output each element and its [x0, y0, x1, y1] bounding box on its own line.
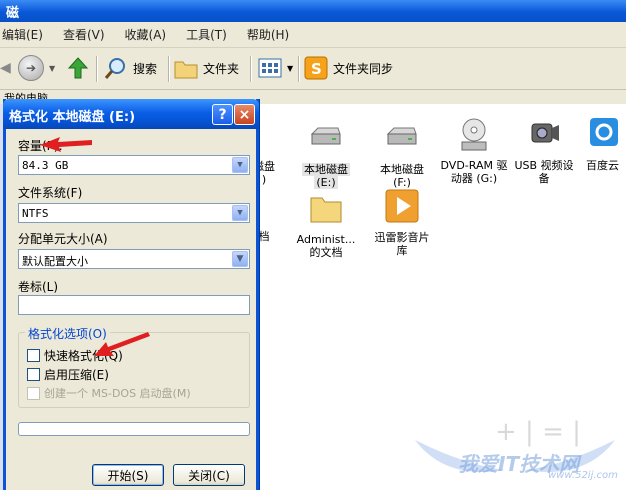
- forward-button[interactable]: ➔ ▼: [18, 54, 55, 82]
- search-icon: [104, 58, 125, 79]
- compress-checkbox[interactable]: [27, 368, 40, 381]
- view-grid-icon: [258, 58, 282, 78]
- hard-drive-icon: [386, 127, 417, 145]
- item-sublabel: 动器 (G:): [450, 172, 498, 185]
- red-arrow-icon: [40, 137, 92, 152]
- search-button[interactable]: 搜索: [104, 54, 157, 82]
- help-button[interactable]: ?: [212, 104, 233, 125]
- toolbar-separator: [298, 56, 299, 82]
- menu-favorites[interactable]: 收藏(A): [125, 26, 167, 43]
- item-label: 百度云: [586, 159, 619, 172]
- folder-icon: [174, 61, 198, 79]
- chevron-down-icon[interactable]: ▼: [232, 251, 248, 267]
- chevron-down-icon: ▼: [49, 63, 56, 73]
- dvd-drive-icon: [461, 118, 487, 151]
- hard-drive-icon: [310, 127, 341, 145]
- admin-docs-item[interactable]: Administ... 的文档: [286, 190, 366, 259]
- menu-help[interactable]: 帮助(H): [247, 26, 289, 43]
- menu-bar: 编辑(E) 查看(V) 收藏(A) 工具(T) 帮助(H): [0, 22, 626, 48]
- folders-button[interactable]: 文件夹: [174, 54, 239, 82]
- format-progress-bar: [18, 422, 250, 436]
- filesystem-select[interactable]: NTFS ▼: [18, 203, 250, 223]
- quick-format-checkbox[interactable]: [27, 349, 40, 362]
- up-button[interactable]: [66, 54, 90, 82]
- capacity-value: 84.3 GB: [22, 159, 69, 172]
- dialog-titlebar: 格式化 本地磁盘 (E:) ? ×: [3, 99, 259, 129]
- dialog-title: 格式化 本地磁盘 (E:): [9, 110, 136, 125]
- toolbar-separator: [250, 56, 251, 82]
- compress-option[interactable]: 启用压缩(E): [27, 366, 109, 383]
- item-label: 本地磁盘: [302, 163, 350, 176]
- window-title: 磁: [6, 6, 20, 21]
- search-label: 搜索: [133, 61, 158, 76]
- item-sublabel: 的文档: [309, 246, 343, 259]
- svg-text:+ | = |: + | = |: [495, 417, 581, 447]
- drive-item-f[interactable]: 本地磁盘 (F:): [362, 120, 442, 189]
- folders-label: 文件夹: [203, 61, 240, 76]
- filesystem-value: NTFS: [22, 207, 49, 220]
- toolbar-separator: [168, 56, 169, 82]
- close-button[interactable]: ×: [234, 104, 255, 125]
- allocation-select[interactable]: 默认配置大小 ▼: [18, 249, 250, 269]
- start-button[interactable]: 开始(S): [92, 464, 164, 486]
- item-label: USB 视频设: [514, 159, 574, 172]
- close-icon: ×: [238, 106, 251, 123]
- chevron-down-icon[interactable]: ▼: [232, 157, 248, 173]
- back-button[interactable]: ◀: [0, 54, 11, 82]
- cloud-icon: [590, 118, 618, 146]
- allocation-value: 默认配置大小: [22, 255, 88, 268]
- chevron-down-icon: ▼: [287, 63, 294, 73]
- red-arrow-icon: [94, 332, 150, 356]
- dialog-close-button[interactable]: 关闭(C): [173, 464, 245, 486]
- msdos-label: 创建一个 MS-DOS 启动盘(M): [44, 387, 191, 400]
- msdos-checkbox: [27, 386, 40, 400]
- chevron-down-icon[interactable]: ▼: [232, 205, 248, 221]
- view-button[interactable]: ▼: [258, 54, 293, 82]
- item-label: 迅雷影音片: [374, 231, 430, 244]
- capacity-select[interactable]: 84.3 GB ▼: [18, 155, 250, 175]
- svg-text:S: S: [311, 60, 322, 78]
- camera-icon: [531, 123, 559, 143]
- start-label: 开始(S): [107, 468, 149, 483]
- msdos-option: 创建一个 MS-DOS 启动盘(M): [27, 385, 191, 401]
- help-icon: ?: [218, 106, 227, 123]
- toolbar: ◀ ➔ ▼ 搜索 文件夹 ▼ S 文件夹同步: [0, 48, 626, 90]
- up-folder-icon: [67, 57, 89, 79]
- sync-label: 文件夹同步: [333, 61, 394, 76]
- forward-icon: ➔: [18, 55, 44, 81]
- folder-sync-button[interactable]: S 文件夹同步: [304, 54, 393, 82]
- drive-item-e[interactable]: 本地磁盘 (E:): [286, 120, 366, 189]
- filesystem-label: 文件系统(F): [18, 186, 83, 200]
- sync-icon: S: [304, 56, 328, 80]
- format-dialog: 格式化 本地磁盘 (E:) ? × 容量(P): 84.3 GB ▼ 文件系统(…: [3, 99, 259, 490]
- watermark-url: www.52ij.com: [548, 470, 618, 481]
- menu-tools[interactable]: 工具(T): [186, 26, 227, 43]
- dvd-drive-item[interactable]: DVD-RAM 驱 动器 (G:): [434, 116, 514, 185]
- compress-label: 启用压缩(E): [44, 368, 109, 382]
- folder-icon: [310, 197, 342, 223]
- toolbar-separator: [96, 56, 97, 82]
- item-label: DVD-RAM 驱: [440, 159, 508, 172]
- allocation-label: 分配单元大小(A): [18, 232, 108, 246]
- usb-video-item[interactable]: USB 视频设 备: [504, 116, 584, 185]
- menu-view[interactable]: 查看(V): [63, 26, 105, 43]
- video-library-icon: [385, 189, 419, 223]
- explorer-titlebar: 磁: [0, 0, 626, 22]
- menu-edit[interactable]: 编辑(E): [2, 26, 43, 43]
- back-arrow-icon: ◀: [0, 60, 11, 76]
- volume-label: 卷标(L): [18, 280, 59, 294]
- item-sublabel: 备: [538, 172, 550, 185]
- volume-input[interactable]: [18, 295, 250, 315]
- xunlei-library-item[interactable]: 迅雷影音片 库: [362, 188, 442, 257]
- item-label: 本地磁盘: [380, 163, 424, 176]
- item-label: Administ...: [296, 233, 356, 246]
- baidu-cloud-item[interactable]: 百度云: [586, 116, 626, 172]
- dialog-close-label: 关闭(C): [188, 468, 230, 483]
- item-sublabel: (E:): [314, 176, 338, 189]
- item-sublabel: 库: [396, 244, 408, 257]
